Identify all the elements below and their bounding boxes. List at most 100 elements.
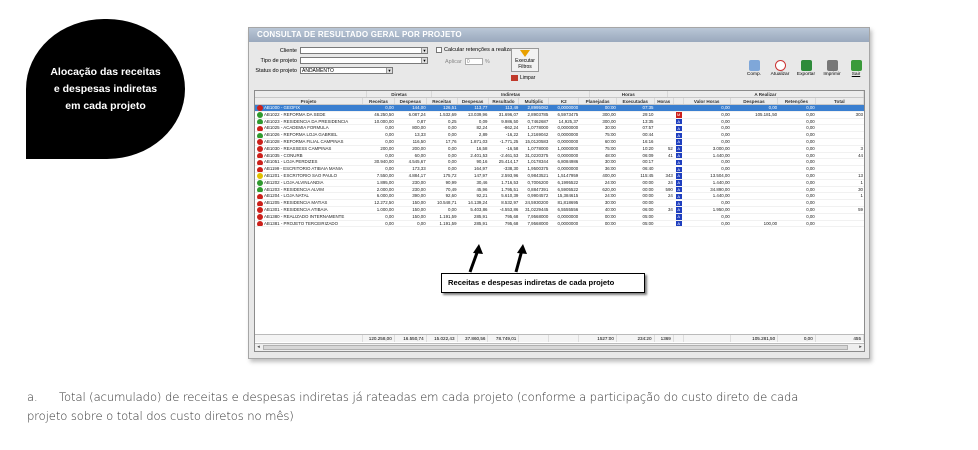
scrollbar-thumb[interactable] xyxy=(263,345,848,350)
executar-filtros-button[interactable]: Executar Filtros xyxy=(511,48,539,72)
chevron-down-icon[interactable]: ▼ xyxy=(386,68,392,73)
projeto-cell: AB1028 - REFORMA FILIAL CAMPINAS xyxy=(255,139,363,145)
hours-badge-icon[interactable]: M xyxy=(675,112,682,118)
hours-badge-icon[interactable]: A xyxy=(675,180,682,186)
table-cell: 300,00 xyxy=(602,118,616,124)
hours-badge-icon[interactable]: A xyxy=(675,207,682,213)
column-header-cell[interactable]: Executadas xyxy=(617,98,655,104)
hours-badge-icon[interactable]: A xyxy=(675,173,682,179)
chevron-down-icon[interactable]: ▼ xyxy=(421,48,427,53)
column-header-cell[interactable]: Despesas xyxy=(395,98,427,104)
hours-badge-icon[interactable]: A xyxy=(675,146,682,152)
column-header-cell[interactable]: Despesas xyxy=(731,98,779,104)
table-cell: 36:00 xyxy=(604,166,616,172)
table-cell: 00:00 xyxy=(642,179,654,185)
column-header-cell[interactable] xyxy=(674,98,684,104)
hours-badge-icon[interactable]: A xyxy=(675,159,682,166)
table-cell: 30:00 xyxy=(604,200,616,206)
column-header-cell[interactable]: Multiplic xyxy=(519,98,550,104)
imprimir-button[interactable]: Imprimir xyxy=(821,55,843,77)
hours-badge-icon[interactable]: A xyxy=(675,186,682,193)
table-cell: 10:20 xyxy=(642,145,654,151)
table-cell: 06:00 xyxy=(642,206,654,212)
cliente-select[interactable]: ▼ xyxy=(300,47,428,54)
chevron-down-icon[interactable]: ▼ xyxy=(421,58,427,63)
table-row[interactable]: AB1202 - LOJA ALVINLANDIA 1.895,00 230,00 9… xyxy=(255,180,864,187)
table-cell: 0,00 xyxy=(385,152,394,158)
table-row[interactable]: AB1022 - REFORMA DA SEDE 46.250,50 6.087,2… xyxy=(255,112,864,119)
table-row[interactable]: AB1381 - PROJETO TERCEIRIZADO 0,00 0,00 1.1… xyxy=(255,221,864,228)
projeto-cell: AB1204 - LOJA NATAL xyxy=(255,193,363,200)
table-row[interactable]: AB1199 - ESCRITORIO ATIBAIA MANIA 0,00 173… xyxy=(255,166,864,173)
table-cell: 24:00 xyxy=(604,193,616,199)
table-row[interactable]: AB1203 - RESIDENCIA ALVIM 2.000,00 230,00 7… xyxy=(255,187,864,194)
limpar-button[interactable]: Limpar xyxy=(511,74,535,82)
table-row[interactable]: AB1025 - ACADEMIA FORMULA 0,00 800,00 0,00 8… xyxy=(255,125,864,133)
table-cell: 1.191,59 xyxy=(439,213,457,219)
scroll-left-icon[interactable]: ◂ xyxy=(255,344,262,351)
aplicar-input[interactable]: 0 xyxy=(464,58,483,65)
horizontal-scrollbar[interactable]: ◂ ▸ xyxy=(255,343,864,351)
table-row[interactable]: AB1026 - REFORMA LOJA GABRIEL 0,00 13,33 0,… xyxy=(255,132,864,139)
table-cell: 5.610,39 xyxy=(501,193,519,199)
projeto-name: AB1035 - CONURB xyxy=(264,152,303,158)
status-dot-icon xyxy=(257,186,263,193)
table-row[interactable]: AB1380 - REALIZADO INTERNAMENTE 0,00 150,0… xyxy=(255,214,864,221)
column-header-cell[interactable]: Despesas xyxy=(458,98,489,104)
table-row[interactable]: AB1028 - REFORMA FILIAL CAMPINAS 0,00 116,… xyxy=(255,139,864,146)
column-header-cell[interactable]: Valor Horas xyxy=(684,98,731,104)
column-header-cell[interactable]: Retenções xyxy=(778,98,816,104)
table-row[interactable]: AB1204 - LOJA NATAL 6.000,00 390,00 92,60 92… xyxy=(255,193,864,201)
table-cell xyxy=(655,132,674,138)
table-cell: 81,818695 xyxy=(557,200,579,206)
sair-button[interactable]: Sair xyxy=(847,55,865,77)
column-header-cell[interactable]: Horas xyxy=(655,98,674,104)
sair-label: Sair xyxy=(851,72,861,77)
table-row[interactable]: AB1301 - RESIDENCIA ATIBAIA 1.000,00 150,0… xyxy=(255,207,864,214)
hours-badge-icon[interactable]: A xyxy=(675,139,682,145)
atualizar-button[interactable]: Atualizar xyxy=(769,55,791,77)
projeto-cell: AB1000 - GEOFIX xyxy=(255,105,363,111)
column-header-cell[interactable]: Total xyxy=(816,98,864,104)
table-cell: 173,33 xyxy=(412,166,426,172)
hours-badge-icon[interactable]: A xyxy=(675,200,682,206)
hours-badge-icon[interactable]: A xyxy=(675,214,682,220)
table-cell xyxy=(731,139,778,145)
table-cell: 40:00 xyxy=(604,206,616,212)
table-cell: 0,00 xyxy=(806,220,815,226)
column-header-cell[interactable]: Planejadas xyxy=(579,98,617,104)
column-header-cell[interactable]: Receitas xyxy=(363,98,395,104)
table-row[interactable]: AB1205 - RESIDENCIA MATIAS 12.272,50 150,0… xyxy=(255,200,864,207)
hours-badge-icon[interactable]: A xyxy=(675,220,682,227)
status-dot-icon xyxy=(257,220,263,227)
hours-badge-icon[interactable]: A xyxy=(675,152,682,159)
atualizar-label: Atualizar xyxy=(770,72,790,77)
table-row[interactable]: AB1035 - CONURB 0,00 60,00 0,00 2.401,53 -2.4… xyxy=(255,153,864,160)
table-row[interactable]: AB1023 - RESIDENCIA DA PRESIDENCIA 10.000… xyxy=(255,119,864,126)
table-cell: 15,0120583 xyxy=(525,138,549,144)
projeto-name: AB1199 - ESCRITORIO ATIBAIA MANIA xyxy=(264,166,343,172)
hours-badge-icon[interactable]: A xyxy=(675,125,682,132)
hours-badge-icon[interactable]: A xyxy=(675,193,682,200)
exportar-button[interactable]: Exportar xyxy=(795,55,817,77)
status-projeto-select[interactable]: ANDAMENTO ▼ xyxy=(300,67,393,74)
calcular-retencoes-checkbox[interactable] xyxy=(436,47,442,53)
arrows-overlay xyxy=(468,244,527,273)
table-cell: 6.000,00 xyxy=(376,193,394,199)
comp-button[interactable]: Comp. xyxy=(743,55,765,77)
scroll-right-icon[interactable]: ▸ xyxy=(857,344,864,351)
table-row[interactable]: AB1030 - REASSESS CAMPINAS 200,00 200,00 0,… xyxy=(255,146,864,153)
column-header-cell[interactable]: Projeto xyxy=(255,98,364,104)
hours-badge-icon[interactable]: A xyxy=(675,166,682,172)
table-row[interactable]: AB1051 - LOJA PERDIZES 30.940,00 4.545,67 0… xyxy=(255,159,864,167)
tipo-projeto-select[interactable]: ▼ xyxy=(300,57,428,64)
column-header-cell[interactable]: Resultado xyxy=(489,98,520,104)
table-cell: 17,76 xyxy=(445,138,457,144)
column-header-cell[interactable]: K2 xyxy=(549,98,580,104)
hours-badge-icon[interactable]: A xyxy=(675,118,682,125)
table-cell: A xyxy=(674,200,684,206)
column-header-cell[interactable]: Receitas xyxy=(427,98,458,104)
table-row[interactable]: AB1201 - ESCRITORIO SAO PAULO 7.550,00 4.8… xyxy=(255,173,864,180)
hours-badge-icon[interactable]: A xyxy=(675,132,682,138)
table-row[interactable]: AB1000 - GEOFIX 0,00 144,00 126,51 113,77 113… xyxy=(255,105,864,112)
